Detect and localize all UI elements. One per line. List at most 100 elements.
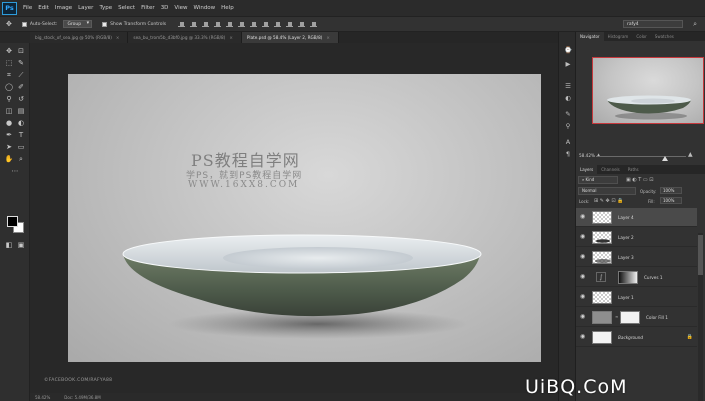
artboard-tool-icon[interactable]: ⊡ xyxy=(16,46,26,56)
move-tool-icon[interactable]: ✥ xyxy=(6,20,12,28)
layer-mask-thumbnail[interactable] xyxy=(620,311,640,324)
align-center-icon[interactable] xyxy=(226,21,234,27)
layer-name[interactable]: Background xyxy=(618,335,643,340)
brush-tool-icon[interactable]: ✐ xyxy=(16,82,26,92)
history-brush-icon[interactable]: ↺ xyxy=(16,94,26,104)
menu-file[interactable]: File xyxy=(23,5,32,11)
layer-row-color-fill-1[interactable]: ◉ ∞ Color Fill 1 xyxy=(576,308,697,327)
curves-adjustment-icon[interactable]: ∫ xyxy=(596,272,606,282)
visibility-eye-icon[interactable]: ◉ xyxy=(580,214,586,220)
align-top-icon[interactable] xyxy=(178,21,186,27)
visibility-eye-icon[interactable]: ◉ xyxy=(580,234,586,240)
foreground-color-swatch[interactable] xyxy=(7,216,18,227)
pen-tool-icon[interactable]: ✒ xyxy=(4,130,14,140)
scrollbar-thumb[interactable] xyxy=(698,235,703,275)
zoom-slider[interactable] xyxy=(596,156,686,161)
layer-thumbnail[interactable] xyxy=(592,231,612,244)
layer-row-layer-4[interactable]: ◉ Layer 4 xyxy=(576,208,697,227)
visibility-eye-icon[interactable]: ◉ xyxy=(580,254,586,260)
properties-panel-icon[interactable]: ☰ xyxy=(563,82,573,90)
menu-window[interactable]: Window xyxy=(193,5,215,11)
auto-select-checkbox[interactable] xyxy=(21,21,27,27)
blend-mode-select[interactable]: Normal xyxy=(578,187,636,195)
quick-mask-icon[interactable]: ◧ xyxy=(4,240,14,250)
crop-tool-icon[interactable]: ⌗ xyxy=(4,70,14,80)
layer-thumbnail[interactable] xyxy=(592,291,612,304)
layer-name[interactable]: Layer 3 xyxy=(618,255,634,260)
tab-color[interactable]: Color xyxy=(632,32,650,41)
menu-edit[interactable]: Edit xyxy=(38,5,49,11)
hand-tool-icon[interactable]: ✋ xyxy=(4,154,14,164)
layer-name[interactable]: Layer 2 xyxy=(618,235,634,240)
tab-document-1[interactable]: big_stock_of_sea.jpg @ 50% (RGB/8) × xyxy=(30,32,129,43)
align-right-icon[interactable] xyxy=(238,21,246,27)
screen-mode-icon[interactable]: ▣ xyxy=(16,240,26,250)
eyedropper-tool-icon[interactable]: ⟋ xyxy=(16,70,26,80)
opacity-input[interactable]: 100% xyxy=(660,187,682,194)
tab-channels[interactable]: Channels xyxy=(597,165,624,174)
tab-document-active[interactable]: Plate.psd @ 58.4% (Layer 2, RGB/8) × xyxy=(241,32,339,43)
photoshop-logo-icon[interactable]: Ps xyxy=(2,1,17,15)
layer-row-background[interactable]: ◉ Background 🔒 xyxy=(576,328,697,347)
character-panel-icon[interactable]: A xyxy=(563,138,573,146)
distribute-top-icon[interactable] xyxy=(250,21,258,27)
layer-row-layer-3[interactable]: ◉ Layer 3 xyxy=(576,248,697,267)
show-transform-checkbox[interactable] xyxy=(102,21,108,27)
visibility-eye-icon[interactable]: ◉ xyxy=(580,294,586,300)
layer-row-curves-1[interactable]: ◉ ∫ Curves 1 xyxy=(576,268,697,287)
layer-name[interactable]: Curves 1 xyxy=(644,275,663,280)
layer-row-layer-2[interactable]: ◉ Layer 2 xyxy=(576,228,697,247)
layer-row-layer-1[interactable]: ◉ Layer 1 xyxy=(576,288,697,307)
layer-filter-select[interactable]: ⌕ Kind xyxy=(578,176,618,184)
layer-name[interactable]: Layer 4 xyxy=(618,215,634,220)
tab-navigator[interactable]: Navigator xyxy=(576,32,604,41)
close-icon[interactable]: × xyxy=(229,35,233,40)
visibility-eye-icon[interactable]: ◉ xyxy=(580,334,586,340)
fill-input[interactable]: 100% xyxy=(660,197,682,204)
canvas-area[interactable]: PS教程自学网 学PS，就到PS教程自学网 WWW.16XX8.COM xyxy=(30,43,558,393)
move-tool-icon[interactable]: ✥ xyxy=(4,46,14,56)
menu-help[interactable]: Help xyxy=(221,5,234,11)
tab-paths[interactable]: Paths xyxy=(624,165,643,174)
quick-select-tool-icon[interactable]: ✎ xyxy=(16,58,26,68)
distribute-middle-icon[interactable] xyxy=(262,21,270,27)
layer-name[interactable]: Color Fill 1 xyxy=(646,315,668,320)
history-panel-icon[interactable]: ⌚ xyxy=(563,46,573,54)
layer-thumbnail[interactable] xyxy=(592,251,612,264)
lasso-tool-icon[interactable]: ◯ xyxy=(4,82,14,92)
dodge-tool-icon[interactable]: ◐ xyxy=(16,118,26,128)
visibility-eye-icon[interactable]: ◉ xyxy=(580,314,586,320)
layer-thumbnail[interactable] xyxy=(592,211,612,224)
filter-pixel-icon[interactable]: ▣ ◐ T ▭ ⊡ xyxy=(626,177,653,183)
close-icon[interactable]: × xyxy=(116,35,120,40)
blur-tool-icon[interactable]: ● xyxy=(4,118,14,128)
tab-histogram[interactable]: Histogram xyxy=(604,32,633,41)
type-tool-icon[interactable]: T xyxy=(16,130,26,140)
align-bottom-icon[interactable] xyxy=(202,21,210,27)
status-zoom[interactable]: 58.42% xyxy=(35,395,50,400)
eraser-tool-icon[interactable]: ◫ xyxy=(4,106,14,116)
navigator-zoom-value[interactable]: 58.42% xyxy=(579,153,595,158)
lock-icons[interactable]: ⊞ ✎ ✥ ⊡ 🔒 xyxy=(594,198,623,204)
more-tools-icon[interactable]: ⋯ xyxy=(10,166,20,176)
tab-layers[interactable]: Layers xyxy=(576,165,598,174)
menu-layer[interactable]: Layer xyxy=(78,5,93,11)
menu-view[interactable]: View xyxy=(174,5,187,11)
fill-swatch-thumbnail[interactable] xyxy=(592,311,612,324)
path-select-tool-icon[interactable]: ➤ xyxy=(4,142,14,152)
align-middle-icon[interactable] xyxy=(190,21,198,27)
zoom-slider-thumb[interactable] xyxy=(662,156,668,161)
paragraph-panel-icon[interactable]: ¶ xyxy=(563,150,573,158)
navigator-preview[interactable] xyxy=(592,57,704,124)
menu-select[interactable]: Select xyxy=(118,5,135,11)
menu-filter[interactable]: Filter xyxy=(141,5,155,11)
stamp-tool-icon[interactable]: ⚲ xyxy=(4,94,14,104)
adjustments-panel-icon[interactable]: ◐ xyxy=(563,94,573,102)
marquee-tool-icon[interactable]: ⬚ xyxy=(4,58,14,68)
layer-mask-thumbnail[interactable] xyxy=(618,271,638,284)
layer-name[interactable]: Layer 1 xyxy=(618,295,634,300)
visibility-eye-icon[interactable]: ◉ xyxy=(580,274,586,280)
align-left-icon[interactable] xyxy=(214,21,222,27)
tab-document-2[interactable]: sea_bu_trom5b_d3bf0.jpg @ 33.3% (RGB/8) × xyxy=(128,32,242,43)
layers-scrollbar[interactable] xyxy=(698,233,703,401)
